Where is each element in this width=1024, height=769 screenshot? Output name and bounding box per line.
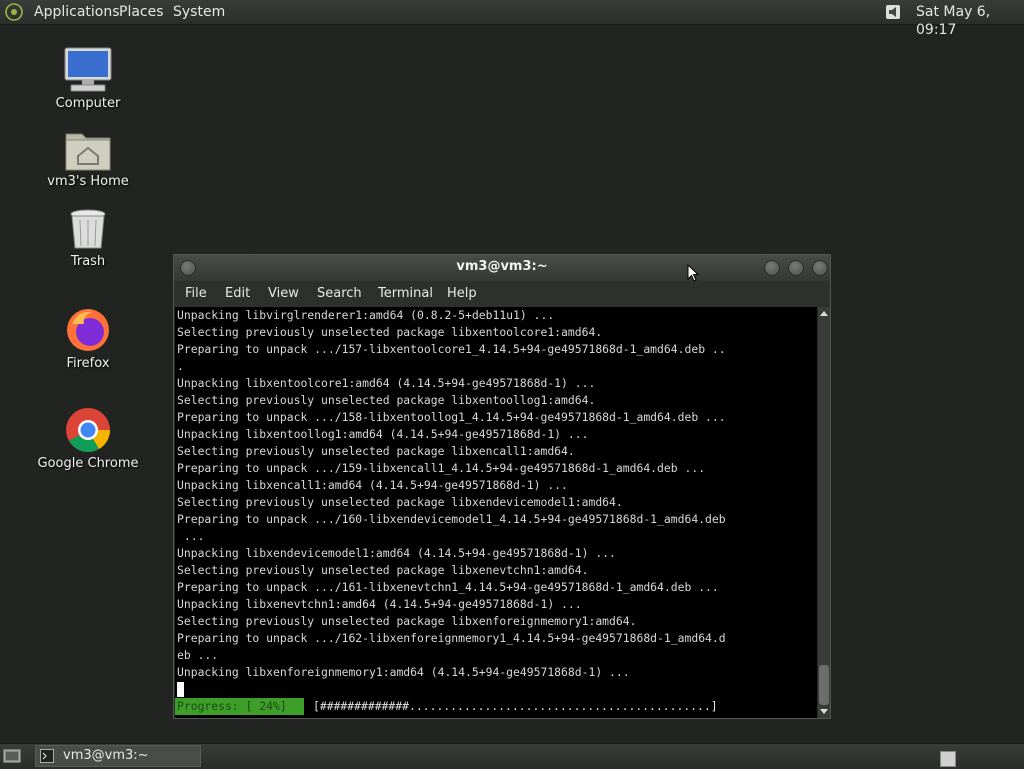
terminal-line: Selecting previously unselected package …	[177, 614, 637, 628]
menu-help[interactable]: Help	[447, 285, 477, 303]
terminal-line: Selecting previously unselected package …	[177, 325, 603, 339]
minimize-button[interactable]	[764, 260, 780, 276]
desktop-icon-firefox[interactable]: Firefox	[28, 306, 148, 371]
menu-places[interactable]: Places	[119, 3, 164, 21]
chrome-icon	[66, 408, 110, 452]
text-cursor	[177, 682, 184, 697]
menu-file[interactable]: File	[185, 285, 207, 303]
bottom-panel: vm3@vm3:~	[0, 743, 1024, 769]
close-button[interactable]	[812, 260, 828, 276]
terminal-line: Preparing to unpack .../162-libxenforeig…	[177, 631, 726, 645]
window-titlebar[interactable]: vm3@vm3:~	[174, 255, 830, 281]
terminal-window: vm3@vm3:~ File Edit View Search Terminal…	[173, 254, 831, 719]
show-desktop-icon[interactable]	[3, 748, 21, 764]
desktop-icon-label: Google Chrome	[37, 456, 139, 471]
taskbar-item-label: vm3@vm3:~	[63, 748, 149, 763]
terminal-line: Unpacking libxentoolcore1:amd64 (4.14.5+…	[177, 376, 596, 390]
terminal-line: Selecting previously unselected package …	[177, 495, 623, 509]
clock[interactable]: Sat May 6, 09:17	[916, 3, 1024, 39]
desktop-icon-trash[interactable]: Trash	[28, 208, 148, 269]
desktop-icon-label: vm3's Home	[47, 174, 129, 189]
mouse-pointer-icon	[687, 264, 699, 282]
speaker-icon[interactable]	[884, 2, 906, 22]
scroll-down-arrow-icon[interactable]	[820, 709, 828, 714]
taskbar-item-terminal[interactable]: vm3@vm3:~	[35, 745, 201, 767]
top-panel: Applications Places System Sat May 6, 09…	[0, 0, 1024, 38]
computer-icon	[64, 47, 112, 92]
terminal-icon	[40, 749, 54, 763]
scrollbar-thumb[interactable]	[819, 665, 829, 705]
desktop-icon-home[interactable]: vm3's Home	[28, 128, 148, 189]
progress-row: Progress: [ 24%] [#############.........…	[175, 698, 718, 715]
terminal-line: Unpacking libxenforeignmemory1:amd64 (4.…	[177, 665, 630, 679]
window-menu-button[interactable]	[180, 260, 196, 276]
terminal-line: Selecting previously unselected package …	[177, 393, 596, 407]
menu-view[interactable]: View	[268, 285, 299, 303]
desktop-icon-computer[interactable]: Computer	[28, 46, 148, 111]
terminal-line: Preparing to unpack .../158-libxentoollo…	[177, 410, 726, 424]
terminal-line: ...	[177, 529, 205, 543]
menu-search[interactable]: Search	[317, 285, 362, 303]
menu-applications[interactable]: Applications	[34, 3, 120, 21]
terminal-line: Unpacking libxendevicemodel1:amd64 (4.14…	[177, 546, 616, 560]
terminal-line: Unpacking libxentoollog1:amd64 (4.14.5+9…	[177, 427, 589, 441]
menu-terminal[interactable]: Terminal	[378, 285, 433, 303]
terminal-line: eb ...	[177, 648, 219, 662]
desktop-icon-label: Computer	[55, 96, 121, 111]
window-title: vm3@vm3:~	[456, 259, 548, 274]
trash-icon	[70, 209, 106, 249]
menu-system[interactable]: System	[173, 3, 225, 21]
desktop-icon-chrome[interactable]: Google Chrome	[28, 406, 148, 471]
terminal-line: Preparing to unpack .../157-libxentoolco…	[177, 342, 726, 356]
terminal-lines: Unpacking libvirglrenderer1:amd64 (0.8.2…	[177, 307, 726, 681]
menu-edit[interactable]: Edit	[225, 285, 250, 303]
maximize-button[interactable]	[788, 260, 804, 276]
scroll-up-arrow-icon[interactable]	[820, 311, 828, 316]
terminal-line: Preparing to unpack .../161-libxenevtchn…	[177, 580, 719, 594]
desktop-icon-label: Trash	[70, 254, 106, 269]
desktop-icon-label: Firefox	[66, 356, 110, 371]
terminal-line: Unpacking libvirglrenderer1:amd64 (0.8.2…	[177, 308, 555, 322]
workspace-switcher[interactable]	[940, 751, 956, 767]
terminal-menubar: File Edit View Search Terminal Help	[174, 281, 830, 307]
terminal-line: .	[177, 359, 184, 373]
home-folder-icon	[65, 133, 111, 171]
terminal-line: Preparing to unpack .../160-libxendevice…	[177, 512, 726, 526]
distro-logo-icon[interactable]	[5, 3, 23, 21]
terminal-scrollbar[interactable]	[818, 307, 830, 718]
terminal-line: Selecting previously unselected package …	[177, 563, 589, 577]
terminal-line: Unpacking libxenevtchn1:amd64 (4.14.5+94…	[177, 597, 582, 611]
firefox-icon	[67, 309, 109, 351]
terminal-line: Selecting previously unselected package …	[177, 444, 575, 458]
terminal-line: Preparing to unpack .../159-libxencall1_…	[177, 461, 706, 475]
terminal-output[interactable]: Unpacking libvirglrenderer1:amd64 (0.8.2…	[175, 307, 817, 718]
progress-label: Progress: [ 24%]	[175, 698, 304, 715]
progress-bar: [#############..........................…	[313, 699, 718, 713]
terminal-line: Unpacking libxencall1:amd64 (4.14.5+94-g…	[177, 478, 568, 492]
